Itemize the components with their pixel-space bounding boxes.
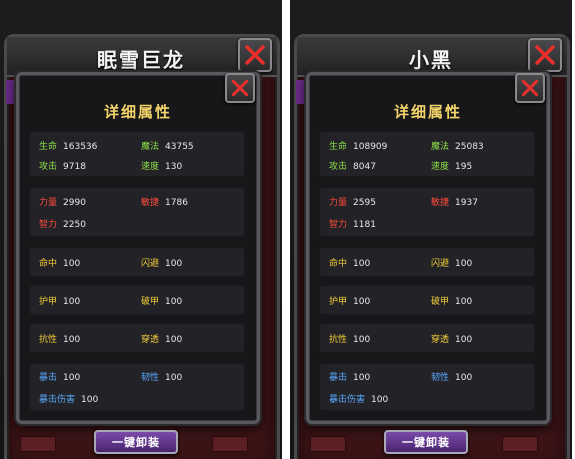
stat-hp: 生命 163536 (39, 142, 98, 152)
stat-crit-damage: 暴击伤害 100 (329, 395, 389, 405)
dialog-title: 详细属性 (393, 103, 462, 121)
dialog-close-button[interactable] (225, 73, 255, 103)
stat-resist: 抗性 100 (329, 335, 371, 345)
image-divider (282, 0, 290, 459)
resist-section: 抗性 100 穿透 100 (29, 323, 245, 353)
stat-spd: 速度 195 (431, 162, 473, 172)
stat-penetrate: 穿透 100 (141, 335, 183, 345)
side-tab[interactable] (6, 80, 16, 104)
equipment-slot[interactable] (502, 436, 538, 452)
equipment-slot[interactable] (212, 436, 248, 452)
basic-stats-section: 生命 108909 魔法 25083 攻击 8047 速度 195 (319, 131, 535, 177)
detail-attributes-dialog: 详细属性 生命 163536 魔法 43755 攻击 9718 速度 130 力量 299… (16, 72, 260, 424)
stat-spd: 速度 130 (141, 162, 183, 172)
stat-atk: 攻击 8047 (329, 162, 376, 172)
dialog-close-button[interactable] (515, 73, 545, 103)
stat-resist: 抗性 100 (39, 335, 81, 345)
attribute-stats-section: 力量 2595 敏捷 1937 智力 1181 (319, 187, 535, 237)
detail-attributes-dialog: 详细属性 生命 108909 魔法 25083 攻击 8047 速度 195 力量 259… (306, 72, 550, 424)
character-name: 小黑 (409, 48, 453, 72)
stat-int: 智力 2250 (39, 220, 86, 230)
stat-mp: 魔法 43755 (141, 142, 194, 152)
stat-dodge: 闪避 100 (141, 259, 183, 269)
stat-armor: 护甲 100 (39, 297, 81, 307)
stat-str: 力量 2595 (329, 198, 376, 208)
stat-penetrate: 穿透 100 (431, 335, 473, 345)
stat-agi: 敏捷 1786 (141, 198, 188, 208)
stat-armor-pen: 破甲 100 (141, 297, 183, 307)
stat-hit: 命中 100 (39, 259, 81, 269)
crit-section: 暴击 100 韧性 100 暴击伤害 100 (29, 363, 245, 411)
unequip-all-button[interactable]: 一键卸装 (384, 430, 468, 454)
stat-armor: 护甲 100 (329, 297, 371, 307)
stat-agi: 敏捷 1937 (431, 198, 478, 208)
basic-stats-section: 生命 163536 魔法 43755 攻击 9718 速度 130 (29, 131, 245, 177)
window-close-button[interactable] (238, 38, 272, 72)
armor-section: 护甲 100 破甲 100 (319, 285, 535, 315)
stat-crit: 暴击 100 (39, 373, 81, 383)
attribute-stats-section: 力量 2990 敏捷 1786 智力 2250 (29, 187, 245, 237)
character-panel-left: 眠雪巨龙 详细属性 生命 163536 魔法 43755 攻击 9718 速度 13 (0, 0, 282, 459)
stat-crit: 暴击 100 (329, 373, 371, 383)
stat-hp: 生命 108909 (329, 142, 388, 152)
dialog-title: 详细属性 (103, 103, 172, 121)
character-panel-right: 小黑 详细属性 生命 108909 魔法 25083 攻击 8047 速度 195 (290, 0, 572, 459)
stat-armor-pen: 破甲 100 (431, 297, 473, 307)
close-x-icon (245, 45, 265, 65)
crit-section: 暴击 100 韧性 100 暴击伤害 100 (319, 363, 535, 411)
stat-dodge: 闪避 100 (431, 259, 473, 269)
stat-crit-damage: 暴击伤害 100 (39, 395, 99, 405)
stat-hit: 命中 100 (329, 259, 371, 269)
side-tab[interactable] (296, 80, 306, 104)
unequip-all-button[interactable]: 一键卸装 (94, 430, 178, 454)
stat-str: 力量 2990 (39, 198, 86, 208)
armor-section: 护甲 100 破甲 100 (29, 285, 245, 315)
resist-section: 抗性 100 穿透 100 (319, 323, 535, 353)
stat-int: 智力 1181 (329, 220, 376, 230)
close-x-icon (535, 45, 555, 65)
equipment-slot[interactable] (310, 436, 346, 452)
stat-mp: 魔法 25083 (431, 142, 484, 152)
stat-atk: 攻击 9718 (39, 162, 86, 172)
close-x-icon (231, 79, 249, 97)
equipment-slot[interactable] (20, 436, 56, 452)
close-x-icon (521, 79, 539, 97)
stat-tenacity: 韧性 100 (431, 373, 473, 383)
hit-dodge-section: 命中 100 闪避 100 (319, 247, 535, 277)
stat-tenacity: 韧性 100 (141, 373, 183, 383)
window-close-button[interactable] (528, 38, 562, 72)
character-name: 眠雪巨龙 (97, 48, 185, 72)
hit-dodge-section: 命中 100 闪避 100 (29, 247, 245, 277)
